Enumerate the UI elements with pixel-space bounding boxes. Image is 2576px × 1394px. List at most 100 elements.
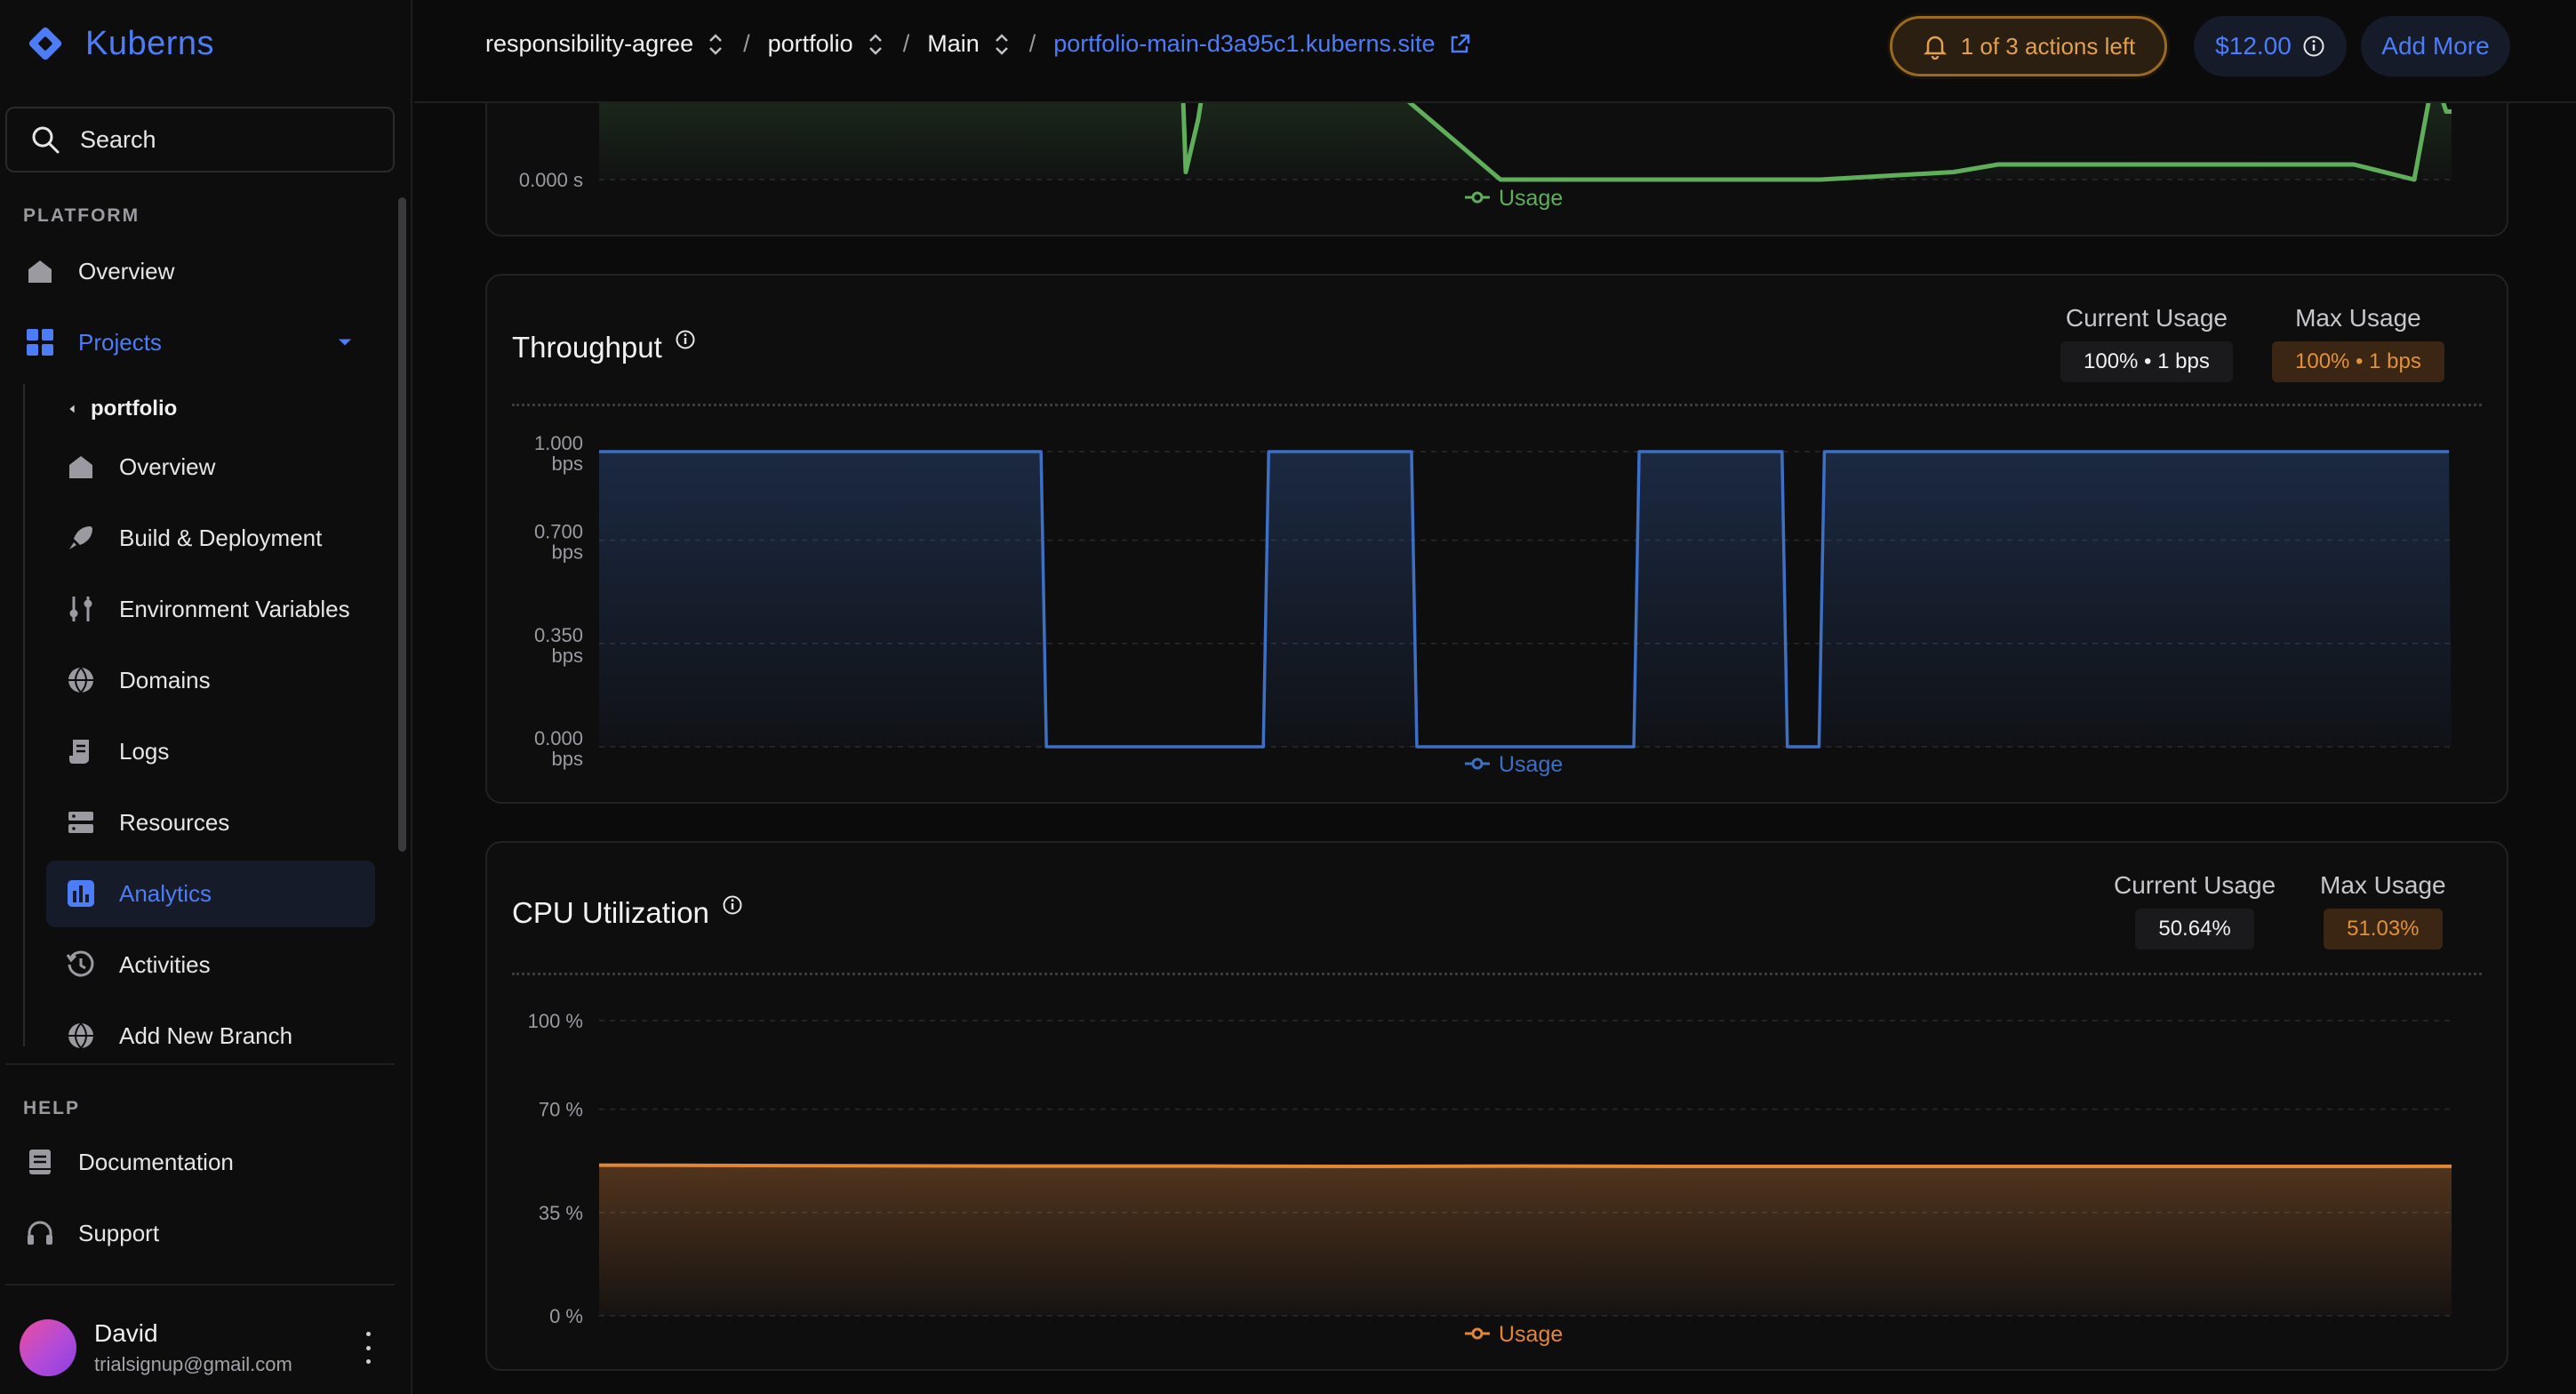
sidebar-item-documentation[interactable]: Documentation	[25, 1147, 234, 1177]
tree-line	[23, 384, 25, 1046]
y-tick-label: 0.000 bps	[534, 727, 583, 770]
breadcrumb-separator: /	[743, 30, 750, 57]
sidebar-item-activities[interactable]: Activities	[66, 949, 211, 980]
y-tick-label: 35 %	[539, 1202, 583, 1224]
headphones-icon	[28, 1221, 52, 1245]
sidebar-item-label: Domains	[119, 666, 211, 693]
legend-marker	[1471, 1327, 1484, 1340]
sidebar-item-label: Documentation	[78, 1148, 234, 1175]
credit-amount: $12.00	[2215, 32, 2292, 60]
y-tick-label-line: 1.000	[534, 432, 583, 454]
sidebar-item-environment-variables[interactable]: Environment Variables	[66, 594, 350, 624]
sidebar-item-resources[interactable]: Resources	[66, 807, 229, 837]
credit-balance[interactable]: $12.00	[2194, 16, 2347, 76]
cpu-area	[599, 1165, 2452, 1316]
legend-label: Usage	[1499, 186, 1563, 211]
site-link[interactable]: portfolio-main-d3a95c1.kuberns.site	[1053, 30, 1435, 58]
sidebar-item-overview[interactable]: Overview	[25, 256, 174, 286]
sidebar-item-logs[interactable]: Logs	[66, 736, 169, 766]
sidebar-item-label: Environment Variables	[119, 595, 350, 622]
sidebar-item-label: Analytics	[119, 879, 212, 907]
y-tick-label-line: 0.700	[534, 521, 583, 543]
chevron-up-down-icon[interactable]	[706, 32, 725, 57]
sidebar-item-projects[interactable]: Projects	[25, 327, 356, 357]
breadcrumb-org[interactable]: responsibility-agree	[485, 30, 693, 58]
search-input[interactable]: Search	[5, 107, 395, 172]
y-tick-label-line: 70 %	[539, 1099, 583, 1121]
server-icon	[68, 812, 93, 833]
external-link-icon[interactable]	[1448, 33, 1471, 56]
sidebar-item-label: Logs	[119, 737, 170, 765]
breadcrumb-separator: /	[902, 30, 910, 57]
bell-icon	[1923, 36, 1947, 60]
project-name: portfolio	[91, 397, 178, 421]
cpu-utilization-card: CPU Utilization Current Usage 50.64% Max…	[485, 841, 2508, 1371]
caret-down-icon	[338, 339, 352, 346]
y-tick-label: 70 %	[539, 1099, 583, 1121]
sidebar-item-label: Build & Deployment	[119, 524, 323, 551]
throughput-area	[599, 452, 2452, 747]
project-back-link[interactable]: portfolio	[66, 397, 177, 421]
sidebar-item-add-new-branch[interactable]: Add New Branch	[66, 1021, 292, 1051]
breadcrumb-separator: /	[1028, 30, 1036, 57]
kuberns-logo-icon	[28, 27, 62, 60]
y-tick-label: 0.000 s	[519, 169, 583, 191]
sidebar: Kuberns Search PLATFORM Overview Project…	[0, 0, 412, 1394]
user-email: trialsignup@gmail.com	[94, 1353, 292, 1375]
breadcrumb-project[interactable]: portfolio	[768, 30, 853, 58]
y-tick-label-line: bps	[552, 748, 583, 770]
home-icon	[28, 260, 52, 283]
sidebar-item-project-overview[interactable]: Overview	[66, 452, 215, 482]
cpu-chart: 100 % 70 % 35 % 0 % Usage	[528, 1010, 2452, 1347]
rocket-icon	[69, 526, 92, 549]
y-tick-label-line: 0.000	[534, 727, 583, 749]
sidebar-item-build-deployment[interactable]: Build & Deployment	[66, 523, 322, 553]
brand[interactable]: Kuberns	[25, 23, 214, 64]
throughput-card: Throughput Current Usage 100% • 1 bps Ma…	[485, 274, 2508, 804]
add-more-button[interactable]: Add More	[2361, 16, 2510, 76]
sidebar-item-label: Overview	[119, 453, 216, 480]
y-tick-label-line: bps	[552, 453, 583, 475]
breadcrumb: responsibility-agree / portfolio / Main …	[485, 30, 1471, 58]
sidebar-item-label: Overview	[78, 257, 175, 284]
caret-left-icon	[69, 405, 75, 413]
book-icon	[29, 1150, 51, 1174]
sidebar-item-analytics[interactable]: Analytics	[66, 878, 212, 909]
search-placeholder: Search	[80, 125, 156, 153]
legend-label: Usage	[1499, 752, 1563, 777]
analytics-icon	[68, 880, 94, 907]
chevron-up-down-icon[interactable]	[992, 32, 1012, 57]
actions-left-badge[interactable]: 1 of 3 actions left	[1890, 16, 2167, 76]
history-icon	[66, 950, 94, 977]
sidebar-scrollbar[interactable]	[398, 197, 406, 852]
y-tick-label: 1.000 bps	[534, 432, 583, 475]
sidebar-item-label: Resources	[119, 808, 230, 836]
y-tick-label-line: bps	[552, 541, 583, 564]
y-tick-label-line: bps	[552, 645, 583, 667]
search-icon	[32, 126, 60, 154]
home-icon	[69, 456, 92, 478]
avatar	[20, 1319, 76, 1376]
grid-icon	[27, 329, 53, 356]
sidebar-divider	[5, 1063, 395, 1065]
user-profile[interactable]: David trialsignup@gmail.com	[20, 1319, 292, 1376]
sidebar-item-support[interactable]: Support	[25, 1218, 159, 1248]
chevron-up-down-icon[interactable]	[866, 32, 885, 57]
help-label: HELP	[23, 1098, 81, 1118]
y-tick-label-line: 0 %	[549, 1305, 583, 1327]
legend-label: Usage	[1499, 1322, 1563, 1347]
throughput-chart: 1.000 bps0.700 bps0.350 bps0.000 bps Usage	[534, 432, 2452, 777]
user-menu-kebab-icon[interactable]	[359, 1332, 377, 1364]
sidebar-divider	[5, 1284, 395, 1286]
breadcrumb-branch[interactable]: Main	[927, 30, 980, 58]
info-icon[interactable]	[2302, 35, 2325, 58]
user-name: David	[94, 1319, 158, 1347]
legend-marker	[1471, 191, 1484, 204]
sidebar-item-domains[interactable]: Domains	[66, 665, 211, 695]
sidebar-item-label: Add New Branch	[119, 1021, 293, 1049]
top-header: responsibility-agree / portfolio / Main …	[414, 0, 2576, 103]
sidebar-item-label: Support	[78, 1219, 160, 1246]
y-tick-label: 100 %	[528, 1010, 583, 1032]
y-tick-label: 0 %	[549, 1305, 583, 1327]
y-tick-label: 0.350 bps	[534, 624, 583, 667]
